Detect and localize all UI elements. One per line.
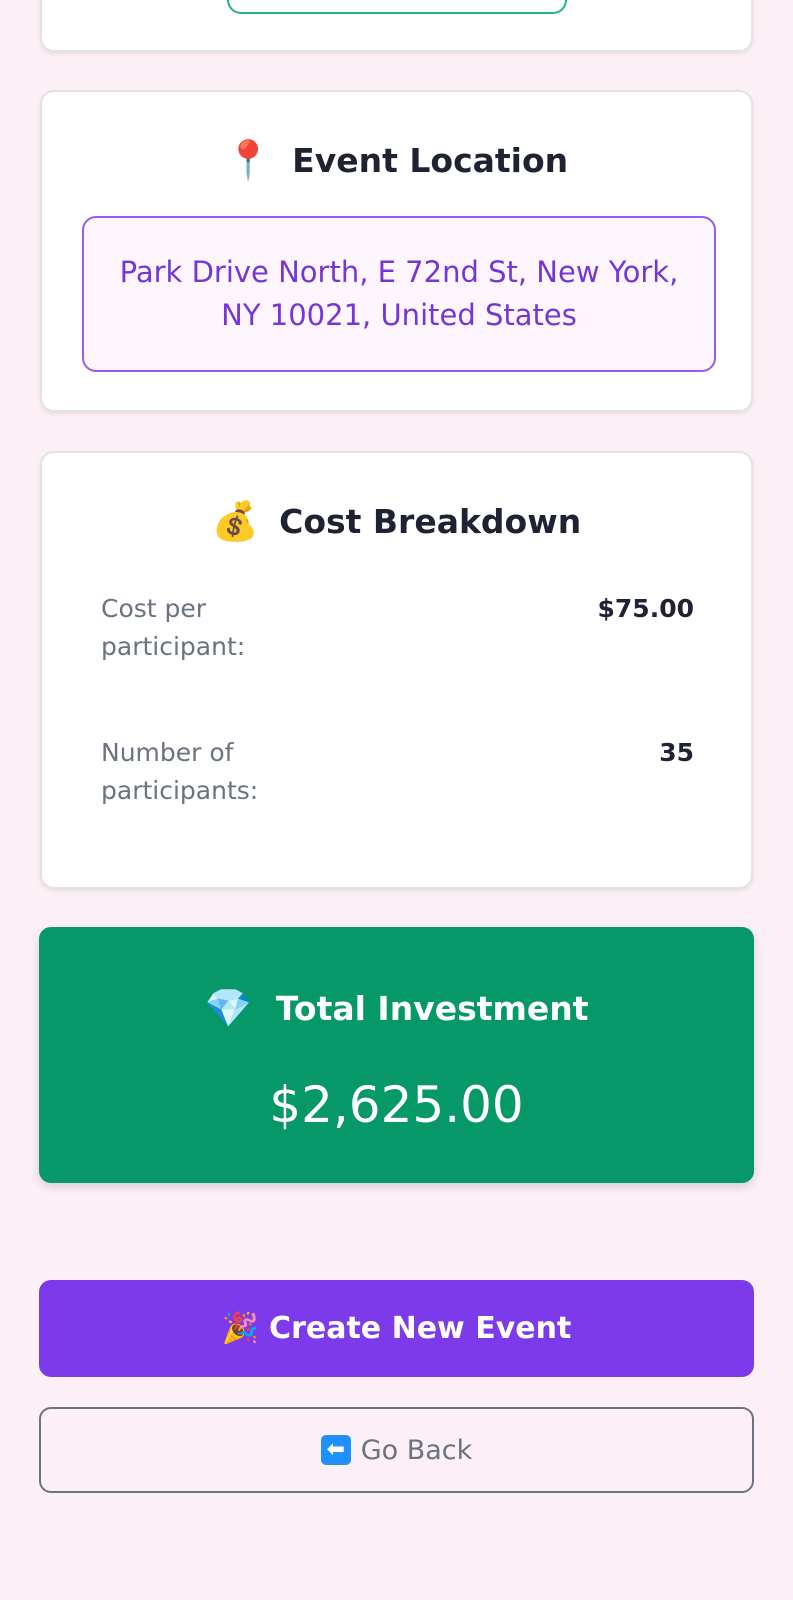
party-popper-icon: 🎉 bbox=[221, 1311, 260, 1346]
participants-count-value: 35 bbox=[659, 738, 694, 767]
gem-icon: 💎 bbox=[204, 986, 252, 1030]
cost-breakdown-title: Cost Breakdown bbox=[279, 501, 582, 541]
left-arrow-icon: ⬅ bbox=[320, 1435, 351, 1465]
event-location-card: 📍 Event Location Park Drive North, E 72n… bbox=[40, 90, 753, 412]
cost-breakdown-card: 💰 Cost Breakdown Cost per participant: $… bbox=[40, 451, 753, 889]
pin-icon: 📍 bbox=[224, 138, 273, 182]
create-new-event-label: Create New Event bbox=[269, 1311, 572, 1346]
total-investment-title: Total Investment bbox=[275, 988, 589, 1028]
go-back-label: Go Back bbox=[360, 1434, 473, 1466]
create-new-event-button[interactable]: 🎉 Create New Event bbox=[39, 1280, 754, 1377]
money-bag-icon: 💰 bbox=[211, 499, 260, 543]
previous-card bbox=[40, 0, 753, 52]
event-address: Park Drive North, E 72nd St, New York, N… bbox=[82, 216, 716, 372]
total-investment-header: 💎 Total Investment bbox=[39, 983, 754, 1033]
cost-breakdown-header: 💰 Cost Breakdown bbox=[42, 497, 751, 545]
go-back-button[interactable]: ⬅ Go Back bbox=[39, 1407, 754, 1493]
total-investment-amount: $2,625.00 bbox=[269, 1076, 524, 1134]
previous-card-pill bbox=[227, 0, 567, 14]
event-location-title: Event Location bbox=[292, 140, 569, 180]
cost-per-participant-value: $75.00 bbox=[597, 594, 694, 623]
event-location-header: 📍 Event Location bbox=[42, 136, 751, 184]
participants-count-label: Number of participants: bbox=[101, 738, 259, 805]
total-investment-card: 💎 Total Investment $2,625.00 bbox=[39, 927, 754, 1183]
cost-per-participant-label: Cost per participant: bbox=[101, 594, 246, 661]
